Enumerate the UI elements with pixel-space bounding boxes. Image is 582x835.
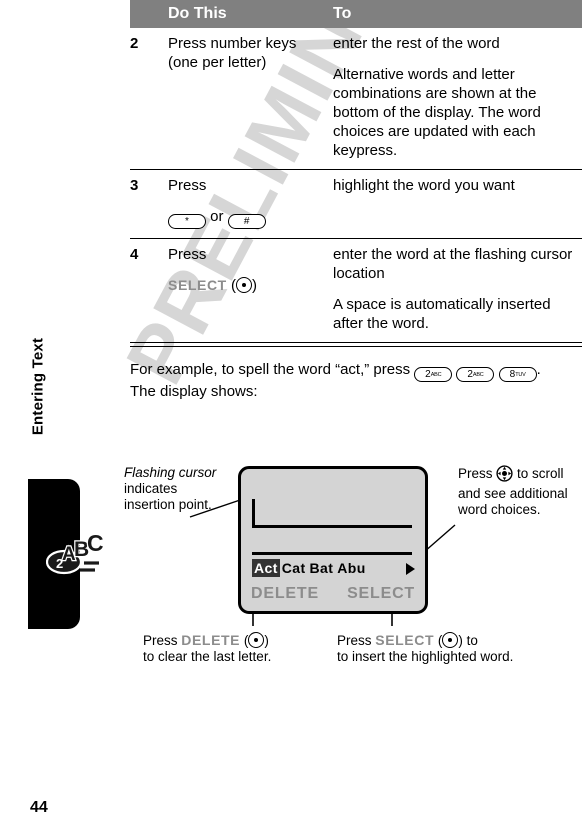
callout-scroll-before: Press xyxy=(458,466,493,481)
callout-delete-after: to clear the last letter. xyxy=(143,649,272,664)
page-content: Do This To 2 Press number keys (one per … xyxy=(130,0,582,417)
table-row: 2 Press number keys (one per letter) ent… xyxy=(130,28,582,170)
table-row: 3 Press * or # highlight the word you wa… xyxy=(130,169,582,239)
word-choice[interactable]: Cat xyxy=(280,559,308,577)
callout-select-key: Press SELECT () to to insert the highlig… xyxy=(337,632,567,665)
text-line-rule-1 xyxy=(252,525,412,528)
step-action: Press * or # xyxy=(168,169,333,239)
center-select-key-icon xyxy=(442,632,459,648)
steps-table: Do This To 2 Press number keys (one per … xyxy=(130,0,582,342)
header-do-this: Do This xyxy=(168,0,333,28)
word-choice[interactable]: Abu xyxy=(335,559,367,577)
star-key-icon: * xyxy=(168,214,206,229)
word-choices-row: Act Cat Bat Abu xyxy=(252,559,420,581)
table-bottom-double-rule xyxy=(130,342,582,347)
step-result-text: enter the word at the flashing cursor lo… xyxy=(333,246,573,282)
header-to: To xyxy=(333,0,582,28)
center-key-wrapper: () xyxy=(231,277,257,294)
center-key-wrapper: () xyxy=(437,632,463,648)
flashing-cursor-icon xyxy=(252,499,255,525)
step-action-text: Press xyxy=(168,177,207,194)
pound-key-icon: # xyxy=(227,214,266,229)
phone-screen: Act Cat Bat Abu DELETE SELECT xyxy=(238,466,428,614)
example-text-before: For example, to spell the word “act,” pr… xyxy=(130,361,411,378)
table-header-row: Do This To xyxy=(130,0,582,28)
center-key-wrapper: () xyxy=(243,632,269,648)
conjunction-or: or xyxy=(210,208,224,225)
step-result-note: Alternative words and letter combination… xyxy=(333,66,541,159)
softkey-select-label[interactable]: SELECT xyxy=(347,585,415,603)
step-action-text: Press xyxy=(168,246,207,263)
svg-text:C: C xyxy=(87,530,104,556)
chapter-side-title: Entering Text xyxy=(29,337,47,436)
step-action-keys: * or # xyxy=(168,207,325,229)
page-number: 44 xyxy=(30,799,48,816)
word-choice[interactable]: Bat xyxy=(308,559,336,577)
key-2abc-icon: 2 A B C xyxy=(45,529,108,582)
scroll-right-arrow-icon xyxy=(406,563,415,575)
callout-select-before: Press xyxy=(337,633,372,648)
callout-select-to: to xyxy=(466,633,478,648)
step-action: Press SELECT () xyxy=(168,238,333,342)
navigation-key-icon xyxy=(496,465,513,486)
center-select-key-icon xyxy=(248,632,265,648)
word-choice-selected[interactable]: Act xyxy=(252,559,280,577)
callout-scroll-key: Press to scroll and see additional word … xyxy=(458,465,576,518)
step-result-text: enter the rest of the word xyxy=(333,35,500,52)
step-result-text: highlight the word you want xyxy=(333,177,515,194)
text-line-rule-2 xyxy=(252,552,412,555)
step-result: enter the rest of the word Alternative w… xyxy=(333,28,582,170)
example-line-2: The display shows: xyxy=(130,383,258,400)
step-number: 2 xyxy=(130,35,139,52)
step-action-softkey: SELECT () xyxy=(168,276,325,295)
callout-select-label: SELECT xyxy=(375,632,435,648)
callout-delete-before: Press xyxy=(143,633,178,648)
callout-cursor-rest: indicates insertion point. xyxy=(124,481,212,512)
callout-flashing-cursor: Flashing cursor indicates insertion poin… xyxy=(124,465,220,513)
callout-delete-key: Press DELETE () to clear the last letter… xyxy=(143,632,333,665)
table-row: 4 Press SELECT () enter the word at the … xyxy=(130,238,582,342)
key-2abc-glyph: 2ABC xyxy=(414,367,453,382)
key-8tuv-glyph: 8TUV xyxy=(498,367,537,382)
example-paragraph: For example, to spell the word “act,” pr… xyxy=(130,360,582,402)
softkey-delete-label[interactable]: DELETE xyxy=(251,585,319,603)
select-softkey-label: SELECT xyxy=(168,277,227,293)
step-action-text: Press number keys (one per letter) xyxy=(168,35,297,71)
step-result-note: A space is automatically inserted after … xyxy=(333,296,551,332)
callout-delete-label: DELETE xyxy=(181,632,241,648)
example-text-after: . xyxy=(536,361,541,378)
step-number: 4 xyxy=(130,238,168,342)
step-action: Press number keys (one per letter) xyxy=(168,28,333,170)
step-number: 3 xyxy=(130,169,168,239)
callout-cursor-emphasis: Flashing cursor xyxy=(124,465,217,480)
header-num xyxy=(130,0,168,28)
center-select-key-icon xyxy=(236,277,252,293)
callout-select-after: to insert the highlighted word. xyxy=(337,649,514,664)
step-result: enter the word at the flashing cursor lo… xyxy=(333,238,582,342)
key-2abc-glyph: 2ABC xyxy=(456,367,495,382)
step-result: highlight the word you want xyxy=(333,169,582,239)
